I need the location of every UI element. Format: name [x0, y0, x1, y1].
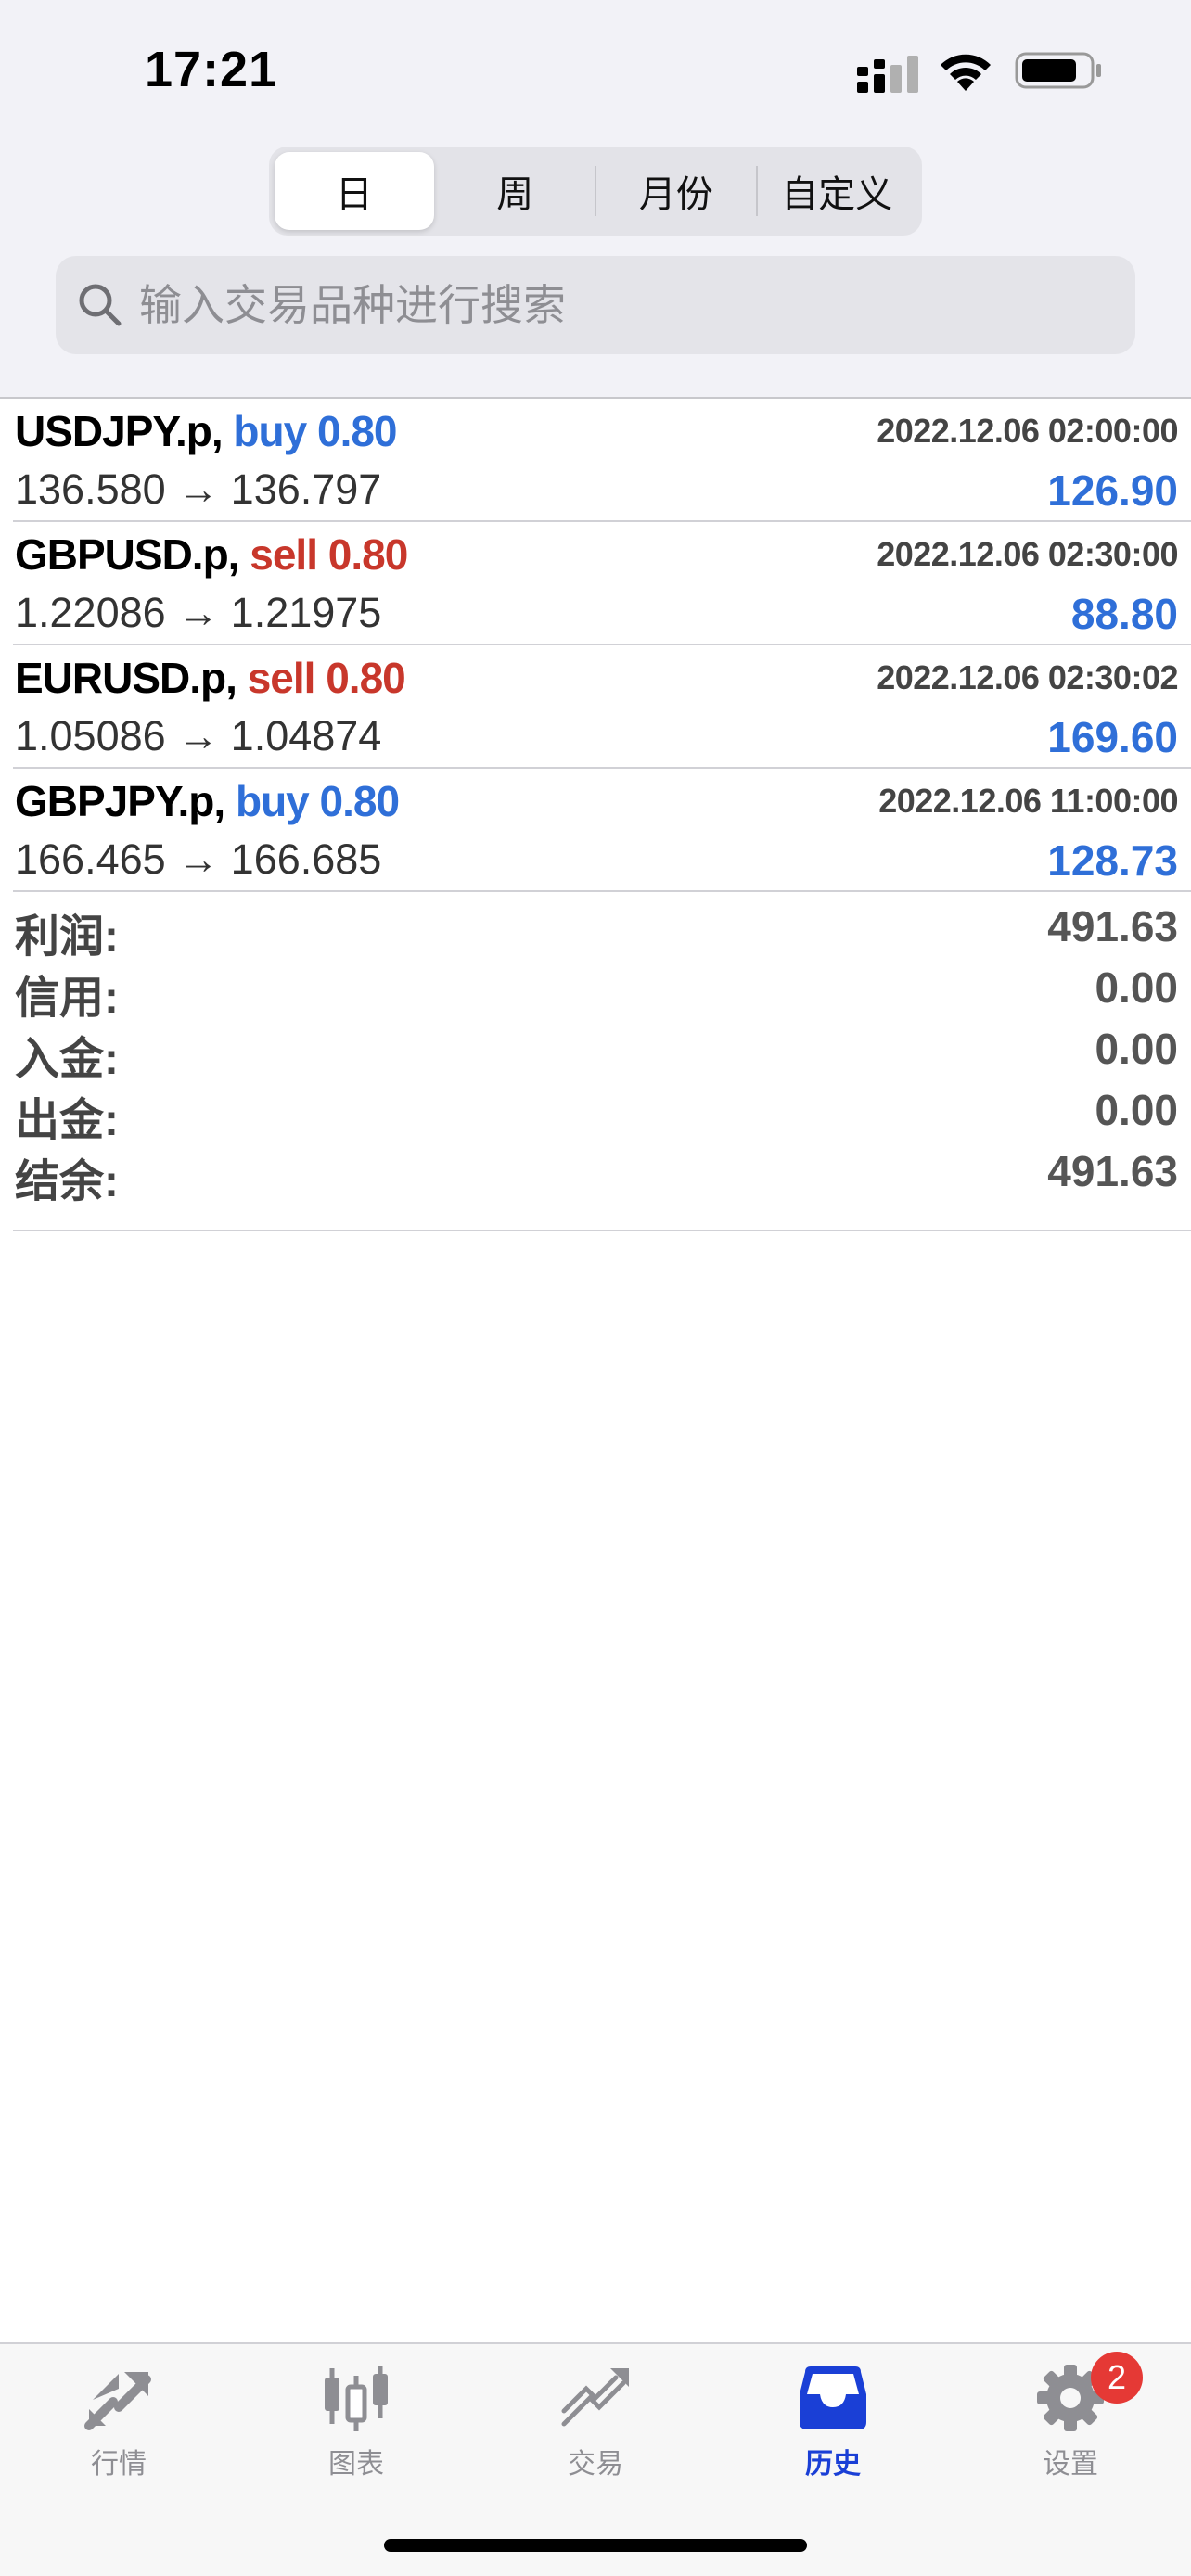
trade-time: 2022.12.06 02:30:02 [877, 658, 1178, 696]
header-area: 17:21 日 周 月份 自定义 [0, 0, 1191, 397]
settings-badge: 2 [1091, 2352, 1143, 2404]
summary-label: 利润: [15, 912, 119, 962]
period-segmented-control: 日 周 月份 自定义 [269, 147, 922, 236]
search-bar[interactable] [56, 256, 1135, 354]
search-icon [79, 284, 122, 326]
trade-header: USDJPY.p, buy 0.80 [15, 406, 398, 456]
summary-label: 出金: [15, 1096, 119, 1145]
tab-label: 图表 [328, 2449, 384, 2480]
tab-history[interactable]: 历史 [749, 2363, 916, 2502]
trade-volume: 0.80 [326, 654, 406, 702]
summary-value: 491.63 [1047, 1147, 1178, 1195]
home-indicator [384, 2539, 807, 2552]
trade-profit: 88.80 [1070, 590, 1178, 638]
trade-profit: 126.90 [1047, 466, 1178, 515]
tab-custom[interactable]: 自定义 [758, 152, 917, 230]
tab-label: 交易 [568, 2449, 623, 2480]
search-input[interactable] [137, 279, 1069, 331]
trade-prices: 1.05086 → 1.04874 [15, 712, 382, 759]
tab-month[interactable]: 月份 [596, 152, 756, 230]
trade-row[interactable]: EURUSD.p, sell 0.80 2022.12.06 02:30:02 … [13, 645, 1191, 769]
trade-header: EURUSD.p, sell 0.80 [15, 653, 406, 703]
trade-side: sell [250, 530, 318, 579]
trade-side: buy [235, 777, 310, 825]
tab-label: 行情 [91, 2449, 147, 2480]
tab-label: 设置 [1043, 2449, 1098, 2480]
summary-deposit: 入金: 0.00 [13, 1018, 1191, 1084]
trade-row[interactable]: GBPJPY.p, buy 0.80 2022.12.06 11:00:00 1… [13, 769, 1191, 892]
trade-profit: 128.73 [1047, 836, 1178, 885]
trade-history-list: USDJPY.p, buy 0.80 2022.12.06 02:00:00 1… [0, 399, 1191, 892]
summary-label: 信用: [15, 974, 119, 1023]
tab-quotes[interactable]: 行情 [35, 2363, 202, 2502]
trade-symbol: GBPUSD.p, [15, 530, 239, 579]
tab-day[interactable]: 日 [275, 152, 434, 230]
trade-row[interactable]: GBPUSD.p, sell 0.80 2022.12.06 02:30:00 … [13, 522, 1191, 645]
summary-value: 0.00 [1095, 1025, 1178, 1073]
trade-header: GBPJPY.p, buy 0.80 [15, 776, 401, 826]
trade-header: GBPUSD.p, sell 0.80 [15, 529, 409, 580]
summary-bottom-divider [13, 1230, 1191, 1231]
trade-row[interactable]: USDJPY.p, buy 0.80 2022.12.06 02:00:00 1… [13, 399, 1191, 522]
trade-symbol: EURUSD.p, [15, 654, 237, 702]
wifi-icon [941, 54, 991, 91]
trade-volume: 0.80 [316, 407, 398, 455]
trade-time: 2022.12.06 02:00:00 [877, 412, 1178, 450]
account-summary: 利润: 491.63 信用: 0.00 入金: 0.00 出金: 0.00 结余… [13, 896, 1191, 1206]
summary-value: 0.00 [1095, 963, 1178, 1012]
summary-withdrawal: 出金: 0.00 [13, 1079, 1191, 1145]
trade-profit: 169.60 [1047, 713, 1178, 761]
trade-volume: 0.80 [327, 530, 409, 579]
trade-symbol: GBPJPY.p, [15, 777, 225, 825]
summary-credit: 信用: 0.00 [13, 957, 1191, 1023]
history-icon [800, 2366, 866, 2429]
summary-label: 入金: [15, 1035, 119, 1084]
trade-symbol: USDJPY.p, [15, 407, 224, 455]
status-time: 17:21 [145, 42, 278, 97]
trade-time: 2022.12.06 11:00:00 [878, 782, 1178, 820]
trade-prices: 1.22086 → 1.21975 [15, 589, 382, 636]
battery-icon [1015, 52, 1101, 89]
summary-value: 491.63 [1047, 902, 1178, 950]
summary-profit: 利润: 491.63 [13, 896, 1191, 962]
trade-prices: 166.465 → 166.685 [15, 835, 382, 883]
summary-label: 结余: [15, 1157, 119, 1206]
summary-value: 0.00 [1095, 1086, 1178, 1134]
chart-icon [325, 2366, 388, 2431]
cellular-signal-icon [857, 56, 918, 93]
trade-icon [561, 2368, 629, 2427]
status-bar: 17:21 [0, 0, 1191, 139]
trade-side: sell [247, 654, 316, 702]
tab-chart[interactable]: 图表 [273, 2363, 440, 2502]
tab-trade[interactable]: 交易 [512, 2363, 679, 2502]
tab-week[interactable]: 周 [436, 152, 596, 230]
trade-prices: 136.580 → 136.797 [15, 465, 382, 513]
summary-balance: 结余: 491.63 [13, 1141, 1191, 1206]
tab-label: 历史 [805, 2449, 861, 2480]
quotes-icon [84, 2372, 151, 2430]
trade-volume: 0.80 [319, 777, 401, 825]
trade-time: 2022.12.06 02:30:00 [877, 535, 1178, 573]
trade-side: buy [233, 407, 307, 455]
